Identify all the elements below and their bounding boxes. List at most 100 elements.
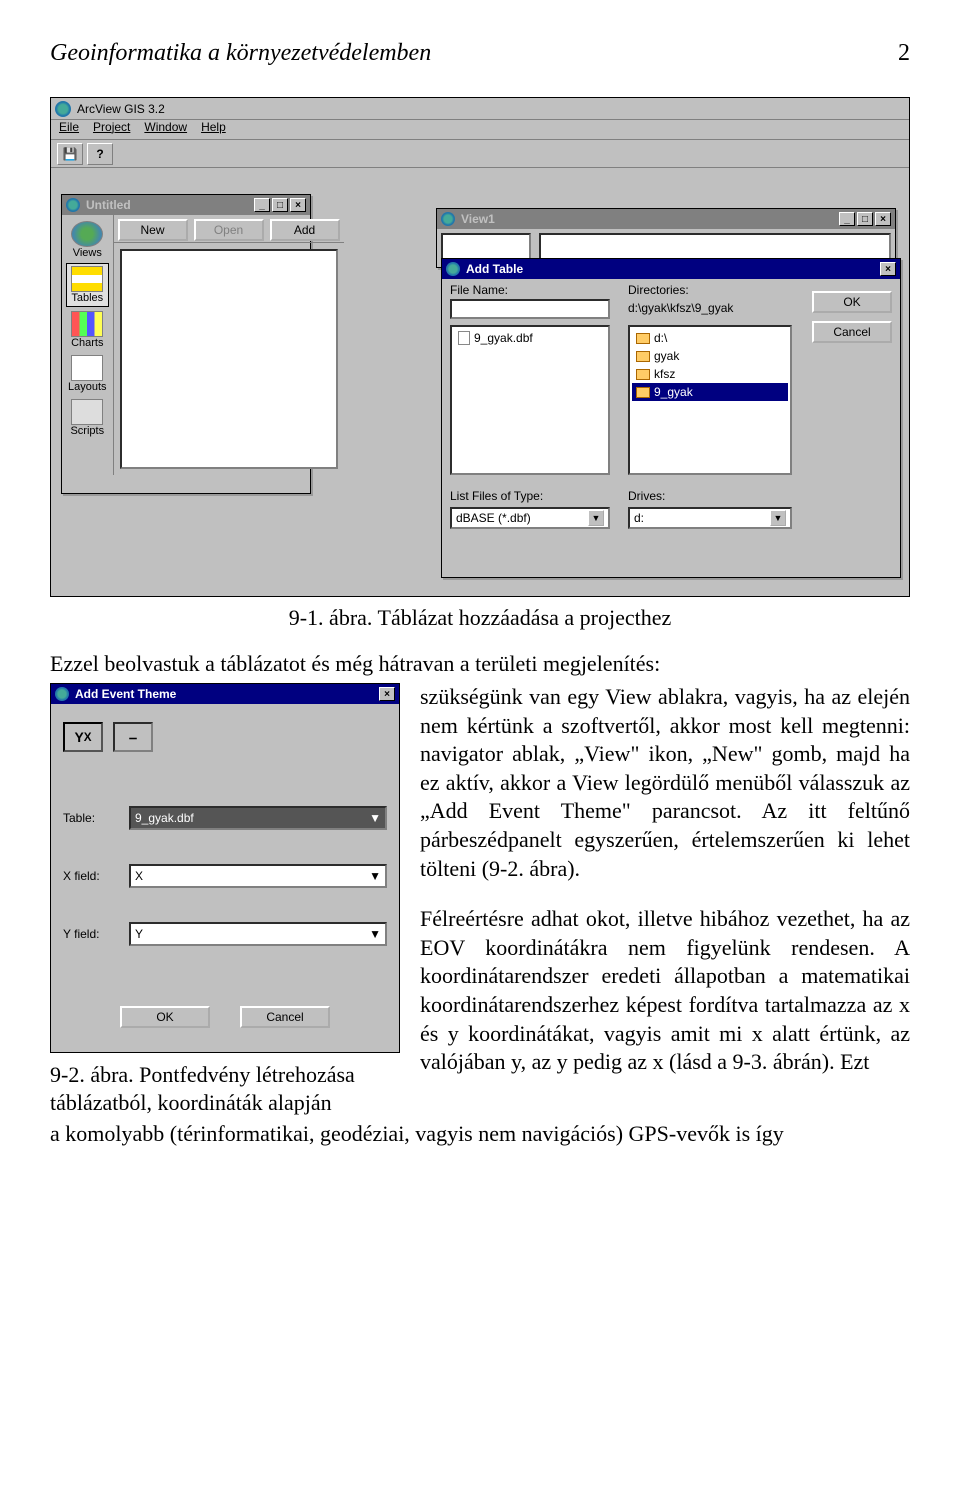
nav-charts-label: Charts [71,337,103,349]
add-event-title: Add Event Theme [75,687,176,701]
route-mode-icon[interactable]: ⎯ [113,722,153,752]
dialog-titlebar[interactable]: Add Table × [442,259,900,279]
close-icon[interactable]: × [290,198,306,212]
nav-layouts-label: Layouts [68,381,107,393]
nav-views[interactable]: Views [66,219,109,261]
menu-project[interactable]: Project [93,120,130,139]
open-button[interactable]: Open [194,219,264,241]
paragraph-2: Félreértésre adhat okot, illetve hibához… [420,905,910,1077]
folder-label: d:\ [654,331,667,345]
globe-icon [441,212,455,226]
minimize-icon[interactable]: _ [839,212,855,226]
drives-label: Drives: [628,489,665,503]
folder-label: gyak [654,349,679,363]
doc-header-title: Geoinformatika a környezetvédelemben [50,40,431,67]
close-icon[interactable]: × [875,212,891,226]
folder-label: kfsz [654,367,675,381]
scripts-icon [71,399,103,425]
folder-item[interactable]: d:\ [632,329,788,347]
file-item-label: 9_gyak.dbf [474,331,533,345]
chevron-down-icon[interactable]: ▼ [369,811,381,825]
folder-icon [636,369,650,380]
list-type-label: List Files of Type: [450,489,543,503]
nav-tables[interactable]: Tables [66,263,109,307]
xy-mode-icon[interactable]: YX [63,722,103,752]
file-list[interactable]: 9_gyak.dbf [450,325,610,475]
add-table-dialog: Add Table × File Name: 9_gyak.dbf Direct… [441,258,901,578]
folder-item[interactable]: gyak [632,347,788,365]
add-event-titlebar[interactable]: Add Event Theme × [51,684,399,704]
chevron-down-icon[interactable]: ▼ [369,869,381,883]
folder-item-selected[interactable]: 9_gyak [632,383,788,401]
list-type-value: dBASE (*.dbf) [456,511,531,525]
dialog-title: Add Table [466,262,523,276]
doc-icon [458,331,470,345]
maximize-icon[interactable]: □ [272,198,288,212]
filename-input[interactable] [450,299,610,319]
y-field-label: Y field: [63,927,119,941]
drives-select[interactable]: d:▼ [628,507,792,529]
globe-icon [66,198,80,212]
nav-views-label: Views [73,247,102,259]
nav-tables-label: Tables [71,292,103,304]
globe-icon [446,262,460,276]
table-value: 9_gyak.dbf [135,811,194,825]
view-titlebar[interactable]: View1 _ □ × [437,209,895,229]
tables-icon [71,266,103,292]
chevron-down-icon[interactable]: ▼ [770,510,786,526]
layouts-icon [71,355,103,381]
y-value: Y [135,927,143,941]
add-button[interactable]: Add [270,219,340,241]
app-icon [55,101,71,117]
figure-2-caption: 9-2. ábra. Pontfedvény létrehozása táblá… [50,1061,400,1116]
paragraph-lead: Ezzel beolvastuk a táblázatot és még hát… [50,651,910,677]
menubar[interactable]: Eile Project Window Help [51,120,909,140]
ok-button[interactable]: OK [812,291,892,313]
nav-scripts[interactable]: Scripts [66,397,109,439]
globe-icon [55,687,69,701]
menu-window[interactable]: Window [144,120,187,139]
cancel-button[interactable]: Cancel [812,321,892,343]
paragraph-1: szükségünk van egy View ablakra, vagyis,… [420,683,910,883]
screenshot-1: ArcView GIS 3.2 Eile Project Window Help… [50,97,910,597]
project-nav: Views Tables Charts Layouts Scripts [62,215,114,475]
cancel-button[interactable]: Cancel [240,1006,330,1028]
maximize-icon[interactable]: □ [857,212,873,226]
paragraph-3: a komolyabb (térinformatikai, geodéziai,… [50,1120,910,1149]
save-icon[interactable]: 💾 [57,143,83,165]
close-icon[interactable]: × [379,687,395,701]
charts-icon [71,311,103,337]
y-field-select[interactable]: Y▼ [129,922,387,946]
chevron-down-icon[interactable]: ▼ [588,510,604,526]
nav-charts[interactable]: Charts [66,309,109,351]
app-titlebar: ArcView GIS 3.2 [51,98,909,120]
table-select[interactable]: 9_gyak.dbf ▼ [129,806,387,830]
views-icon [71,221,103,247]
dir-list[interactable]: d:\ gyak kfsz 9_gyak [628,325,792,475]
project-titlebar[interactable]: Untitled _ □ × [62,195,310,215]
file-item[interactable]: 9_gyak.dbf [454,329,606,347]
ok-button[interactable]: OK [120,1006,210,1028]
list-type-select[interactable]: dBASE (*.dbf) ▼ [450,507,610,529]
view-title: View1 [461,212,495,226]
x-field-select[interactable]: X▼ [129,864,387,888]
table-label: Table: [63,811,119,825]
new-button[interactable]: New [118,219,188,241]
chevron-down-icon[interactable]: ▼ [369,927,381,941]
project-list[interactable] [120,249,338,469]
nav-scripts-label: Scripts [70,425,104,437]
folder-item[interactable]: kfsz [632,365,788,383]
menu-help[interactable]: Help [201,120,226,139]
dir-path: d:\gyak\kfsz\9_gyak [628,301,733,315]
x-value: X [135,869,143,883]
page-number: 2 [898,40,910,67]
help-icon[interactable]: ? [87,143,113,165]
close-icon[interactable]: × [880,262,896,276]
minimize-icon[interactable]: _ [254,198,270,212]
folder-icon [636,351,650,362]
toolbar: 💾 ? [51,140,909,168]
menu-file[interactable]: Eile [59,120,79,139]
app-title-text: ArcView GIS 3.2 [77,102,165,116]
project-title: Untitled [86,198,131,212]
nav-layouts[interactable]: Layouts [66,353,109,395]
